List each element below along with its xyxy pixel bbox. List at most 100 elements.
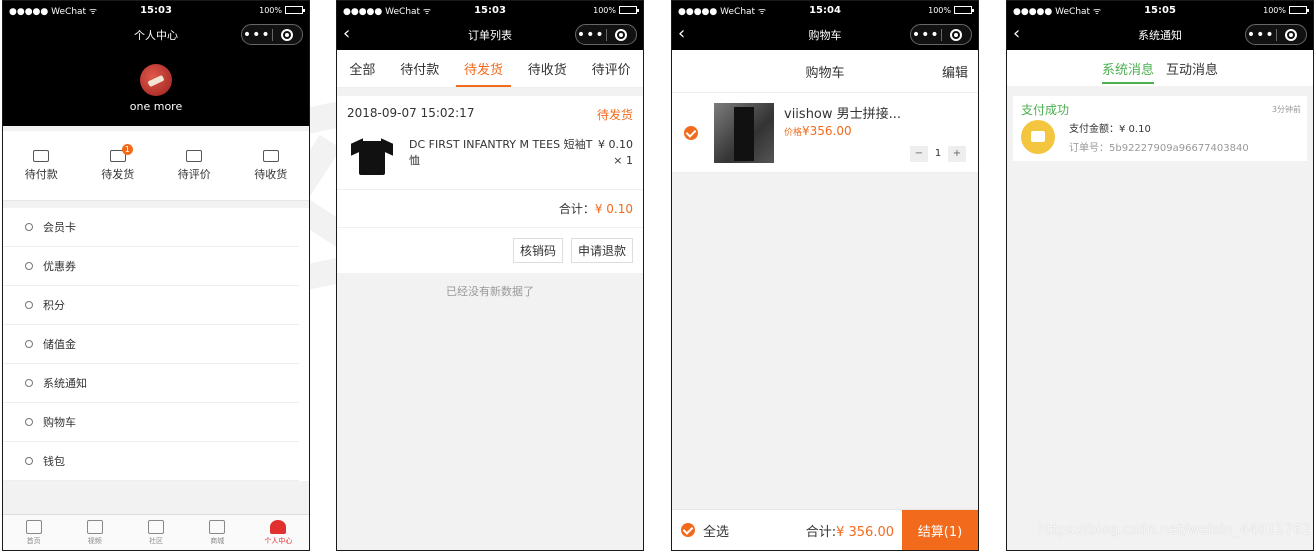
user-icon [270,520,287,534]
decrease-button[interactable]: − [910,146,928,162]
page-title: 订单列表 [468,28,512,42]
menu-item-coupons[interactable]: 优惠券 [3,247,299,286]
total-label: 合计: [805,524,837,540]
miniprogram-capsule[interactable]: ••• [910,24,972,45]
tab-pending-review[interactable]: 待评价 [590,50,633,87]
miniprogram-capsule[interactable]: ••• [575,24,637,45]
menu-item-wallet[interactable]: 钱包 [3,442,299,481]
menu-label: 钱包 [43,455,65,468]
order-pending-receipt[interactable]: 待收货 [233,149,310,182]
cart-total: 合计:¥ 356.00 [729,521,902,540]
order-pending-shipment[interactable]: 1 待发货 [80,143,157,182]
menu-item-points[interactable]: 积分 [3,286,299,325]
verify-code-button[interactable]: 核销码 [512,238,563,263]
avatar[interactable] [140,64,172,96]
product-name: DC FIRST INFANTRY M TEES 短袖T恤 [409,138,593,167]
select-all-checked-icon[interactable] [681,523,695,537]
close-miniprogram-icon[interactable] [273,28,303,41]
tab-label: 视频 [87,537,102,545]
battery-icon [1289,6,1309,14]
tab-home[interactable]: 首页 [3,515,64,550]
tab-system-messages[interactable]: 系统消息 [1101,53,1155,84]
more-icon[interactable]: ••• [911,28,941,42]
tab-pending-payment[interactable]: 待付款 [398,50,441,87]
home-icon [25,520,42,534]
product-thumbnail [351,137,393,179]
quantity-value[interactable]: 1 [929,146,947,162]
miniprogram-capsule[interactable]: ••• [241,24,303,45]
clock: 15:03 [140,4,172,16]
video-icon [86,520,103,534]
product-quantity: × 1 [613,154,633,167]
status-bar: ●●●●● WeChat ᯤ 15:03 100% [3,1,309,19]
notice-card[interactable]: 支付成功 3分钟前 支付金额：¥ 0.10 订单号：5b92227909a966… [1013,96,1307,161]
tab-interaction-messages[interactable]: 互动消息 [1166,53,1218,84]
close-miniprogram-icon[interactable] [607,28,637,41]
more-icon[interactable]: ••• [1246,28,1276,42]
back-icon[interactable]: ‹ [343,23,363,45]
menu-item-notifications[interactable]: 系统通知 [3,364,299,403]
community-icon [148,520,164,534]
tab-pending-shipment[interactable]: 待发货 [455,50,512,87]
order-card[interactable]: 2018-09-07 15:02:17 待发货 DC FIRST INFANTR… [337,96,643,273]
product-price: ¥ 0.10 [598,138,633,151]
tab-mall[interactable]: 商城 [187,515,248,550]
total-label: 合计： [558,202,595,216]
bottom-tab-bar: 首页 视频 社区 商城 个人中心 [3,514,309,550]
increase-button[interactable]: + [948,146,966,162]
battery-icon [285,6,305,14]
tab-all[interactable]: 全部 [347,50,377,87]
menu-label: 购物车 [43,416,76,429]
tab-label: 商城 [210,537,225,545]
close-miniprogram-icon[interactable] [942,28,972,41]
item-checkbox-checked-icon[interactable] [684,125,698,140]
cart-footer: 全选 合计:¥ 356.00 结算(1) [672,509,978,550]
menu-item-cart[interactable]: 购物车 [3,403,299,442]
product-name: viishow 男士拼接... [784,107,902,122]
order-status: 待发货 [596,108,633,122]
order-pending-payment[interactable]: 待付款 [3,149,80,182]
close-miniprogram-icon[interactable] [1277,28,1307,41]
notice-title: 支付成功 [1021,103,1070,117]
package-icon: 1 [109,143,133,162]
menu-item-stored-value[interactable]: 储值金 [3,325,299,364]
tab-pending-receipt[interactable]: 待收货 [526,50,569,87]
refund-button[interactable]: 申请退款 [570,238,633,263]
points-icon [25,301,33,309]
tab-community[interactable]: 社区 [125,515,186,550]
edit-button[interactable]: 编辑 [942,62,968,81]
coupon-icon [25,262,33,270]
blog-watermark: https://blog.csdn.net/weixin_44011762 [1037,522,1311,538]
more-icon[interactable]: ••• [576,28,606,42]
tab-video[interactable]: 视频 [64,515,125,550]
clock: 15:05 [1144,4,1176,16]
price-value: ¥356.00 [802,124,852,138]
total-amount: ¥ 0.10 [594,202,633,216]
order-goods[interactable]: DC FIRST INFANTRY M TEES 短袖T恤 ¥ 0.10 × 1 [337,133,643,189]
tab-label: 首页 [26,537,41,545]
tab-profile[interactable]: 个人中心 [248,515,309,550]
back-icon[interactable]: ‹ [1013,23,1033,45]
page-title: 购物车 [808,28,842,42]
checkout-button[interactable]: 结算(1) [902,509,978,550]
select-all[interactable]: 全选 [672,521,729,540]
page-title: 个人中心 [134,28,178,42]
money-icon [25,340,33,348]
nav-bar: ‹ 购物车 ••• [672,19,978,50]
screenshot-stage: ⊠ ●●●●● WeChat ᯤ 15:03 100% 个人中心 ••• one… [0,0,1316,551]
cart-item[interactable]: viishow 男士拼接... 价格¥356.00 − 1 + [672,93,978,173]
more-icon[interactable]: ••• [242,28,272,42]
product-thumbnail [714,102,774,163]
nickname: one more [129,100,183,113]
card-icon [25,223,33,231]
comment-icon [186,149,203,162]
order-pending-review[interactable]: 待评价 [156,149,233,182]
back-icon[interactable]: ‹ [678,23,698,45]
order-date: 2018-09-07 15:02:17 [347,106,475,120]
menu-item-member-card[interactable]: 会员卡 [3,208,299,247]
miniprogram-capsule[interactable]: ••• [1245,24,1307,45]
bell-icon [25,379,33,387]
cart-heading: 购物车 [805,65,845,81]
battery-icon [954,6,974,14]
nav-bar: ‹ 订单列表 ••• [337,19,643,50]
